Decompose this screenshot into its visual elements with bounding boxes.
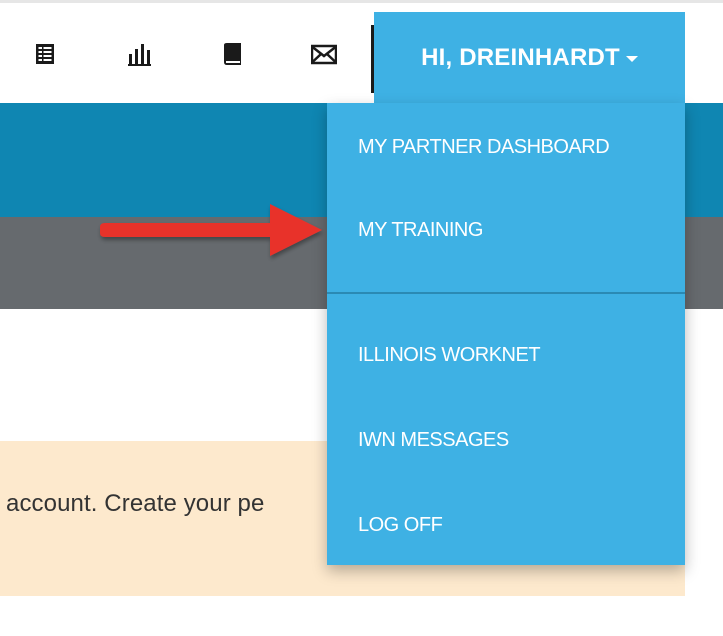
menu-item-my-training[interactable]: MY TRAINING [327,200,685,260]
menu-item-label: LOG OFF [358,513,443,536]
user-greeting: HI, DREINHARDT [421,43,620,71]
notice-text: account. Create your pe [6,490,265,517]
menu-item-label: IWN MESSAGES [358,428,509,451]
envelope-icon[interactable] [311,41,337,67]
menu-item-partner-dashboard[interactable]: MY PARTNER DASHBOARD [327,117,685,177]
book-icon-graphic [224,43,241,65]
menu-item-log-off[interactable]: LOG OFF [327,495,685,555]
envelope-icon-graphic [311,44,337,65]
bar-chart-icon-graphic [128,44,151,66]
list-icon-graphic [36,44,54,64]
list-icon[interactable] [35,41,55,67]
menu-item-iwn-messages[interactable]: IWN MESSAGES [327,410,685,470]
red-arrow-annotation [100,204,322,256]
caret-down-icon [625,55,638,62]
menu-item-illinois-worknet[interactable]: ILLINOIS WORKNET [327,325,685,385]
book-icon[interactable] [221,41,243,67]
menu-item-label: MY TRAINING [358,218,483,241]
menu-item-label: MY PARTNER DASHBOARD [358,135,610,158]
user-menu-toggle[interactable]: HI, DREINHARDT [374,12,685,103]
menu-item-label: ILLINOIS WORKNET [358,343,541,366]
user-dropdown-menu: MY PARTNER DASHBOARD MY TRAINING ILLINOI… [327,103,685,565]
bar-chart-icon[interactable] [128,41,152,67]
menu-divider [327,292,685,294]
